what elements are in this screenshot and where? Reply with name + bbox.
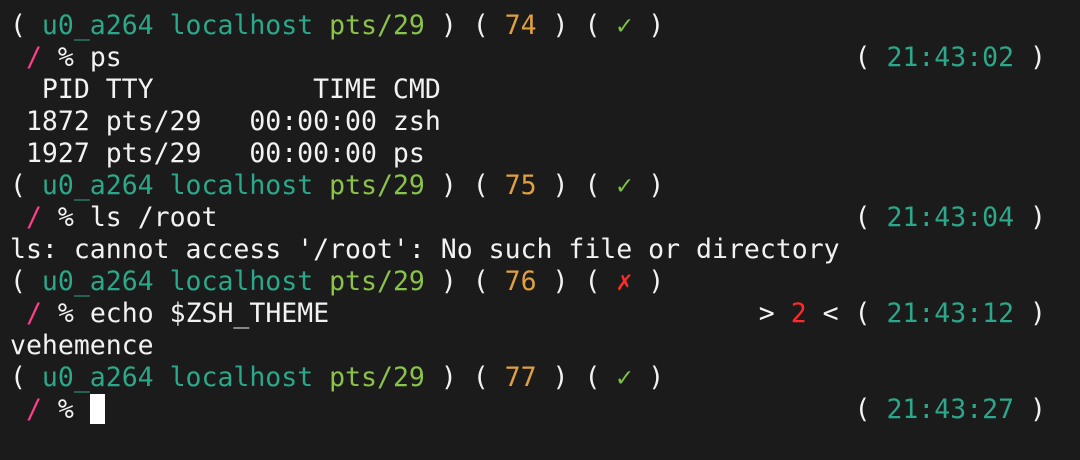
time-value: 21:43:12 <box>886 298 1015 329</box>
command-line: / % echo $ZSH_THEME > 2 < ( 21:43:12 ) <box>10 298 1080 330</box>
cwd: / <box>25 298 42 329</box>
status-ok-icon: ✓ <box>616 170 633 201</box>
command-line: / % ls /root ( 21:43:04 ) <box>10 202 1080 234</box>
prompt-info-line: ( u0_a264 localhost pts/29 ) ( 76 ) ( ✗ … <box>10 266 665 297</box>
prompt-tty: pts/29 <box>329 362 425 393</box>
prompt-info-line: ( u0_a264 localhost pts/29 ) ( 77 ) ( ✓ … <box>10 362 665 393</box>
prompt-host: localhost <box>169 10 314 41</box>
timestamp: ( 21:43:27 ) <box>854 394 1046 425</box>
prompt-tty: pts/29 <box>329 10 425 41</box>
cwd: / <box>25 42 42 73</box>
command-text: echo $ZSH_THEME <box>89 298 330 329</box>
status-error-icon: ✗ <box>616 266 633 297</box>
prompt-user: u0_a264 <box>41 170 154 201</box>
command-text: ps <box>89 42 122 73</box>
prompt-tty: pts/29 <box>329 266 425 297</box>
prompt-char: % <box>57 42 74 73</box>
exit-code: 2 <box>790 298 807 329</box>
prompt-info-line: ( u0_a264 localhost pts/29 ) ( 75 ) ( ✓ … <box>10 170 665 201</box>
output-line: 1927 pts/29 00:00:00 ps <box>10 138 425 169</box>
time-value: 21:43:04 <box>886 202 1015 233</box>
output-line: vehemence <box>10 330 154 361</box>
terminal-window[interactable]: ( u0_a264 localhost pts/29 ) ( 74 ) ( ✓ … <box>0 0 1080 460</box>
prompt-info-line: ( u0_a264 localhost pts/29 ) ( 74 ) ( ✓ … <box>10 10 665 41</box>
command-input-line[interactable]: / % ( 21:43:27 ) <box>10 394 1080 426</box>
text-cursor[interactable] <box>89 394 105 424</box>
prompt-char: % <box>57 298 74 329</box>
history-number: 74 <box>504 10 537 41</box>
output-line: ls: cannot access '/root': No such file … <box>10 234 840 265</box>
prompt-char: % <box>57 202 74 233</box>
status-ok-icon: ✓ <box>616 362 633 393</box>
prompt-char: % <box>57 394 74 425</box>
history-number: 75 <box>504 170 537 201</box>
history-number: 77 <box>504 362 537 393</box>
time-value: 21:43:02 <box>886 42 1015 73</box>
prompt-host: localhost <box>169 362 314 393</box>
history-number: 76 <box>504 266 537 297</box>
timestamp: ( 21:43:02 ) <box>854 42 1046 73</box>
prompt-user: u0_a264 <box>41 10 154 41</box>
output-line: 1872 pts/29 00:00:00 zsh <box>10 106 441 137</box>
prompt-user: u0_a264 <box>41 266 154 297</box>
prompt-user: u0_a264 <box>41 362 154 393</box>
prompt-host: localhost <box>169 170 314 201</box>
prompt-host: localhost <box>169 266 314 297</box>
cwd: / <box>25 202 42 233</box>
timestamp: > 2 < ( 21:43:12 ) <box>758 298 1046 329</box>
timestamp: ( 21:43:04 ) <box>854 202 1046 233</box>
prompt-tty: pts/29 <box>329 170 425 201</box>
status-ok-icon: ✓ <box>616 10 633 41</box>
time-value: 21:43:27 <box>886 394 1015 425</box>
command-line: / % ps ( 21:43:02 ) <box>10 42 1080 74</box>
cwd: / <box>25 394 42 425</box>
command-text: ls /root <box>89 202 218 233</box>
output-line: PID TTY TIME CMD <box>10 74 441 105</box>
